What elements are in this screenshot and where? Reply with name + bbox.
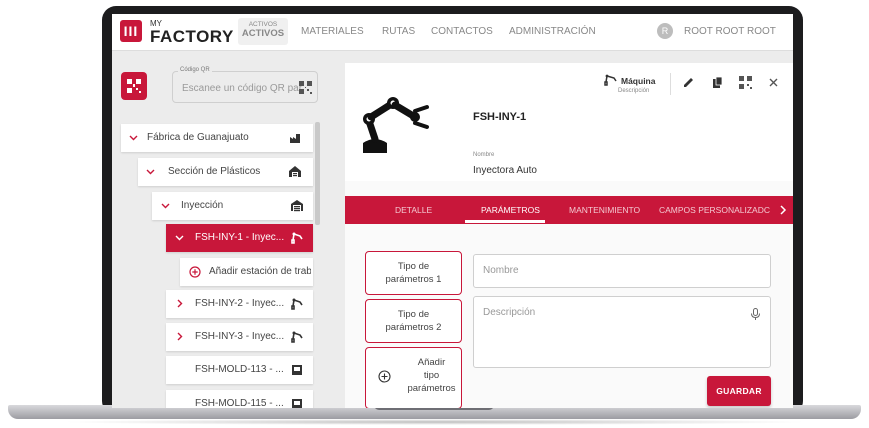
nav-item-activos[interactable]: ACTIVOS ACTIVOS	[238, 18, 288, 45]
robot-arm-icon	[604, 74, 617, 86]
tree-item-label: FSH-INY-3 - Inyec...	[195, 331, 285, 342]
qr-code-icon[interactable]	[739, 76, 752, 89]
microphone-icon[interactable]	[750, 308, 761, 321]
machine-type-caption: Descripción	[618, 88, 650, 94]
param-type-line2: parámetros 2	[385, 322, 442, 333]
name-field-label: Nombre	[473, 152, 495, 158]
add-line2: tipo	[423, 370, 440, 381]
active-tab-indicator	[465, 220, 545, 223]
param-type-1[interactable]: Tipo de parámetros 1	[365, 251, 462, 295]
factory-icon	[290, 134, 300, 143]
tree-item-fsh-iny-3[interactable]: FSH-INY-3 - Inyec...	[166, 323, 313, 351]
machine-type-label: Máquina	[621, 76, 656, 86]
tab-campos-personalizados[interactable]: CAMPOS PERSONALIZADC	[659, 205, 770, 215]
tree-item-fsh-mold-115[interactable]: FSH-MOLD-115 - ...	[166, 390, 313, 408]
tree-item-label: FSH-MOLD-113 - ...	[195, 364, 284, 375]
add-line1: Añadir	[417, 357, 446, 368]
robot-arm-icon	[363, 97, 429, 153]
add-line3: parámetros	[407, 383, 456, 394]
logo-text: FACTORY	[150, 27, 234, 46]
top-navigation-bar: III MY FACTORY ACTIVOS ACTIVOS MATERIALE…	[112, 14, 793, 51]
chevron-right-icon	[177, 332, 183, 341]
nav-item-contactos[interactable]: CONTACTOS	[431, 26, 493, 37]
item-title: FSH-INY-1	[473, 111, 527, 123]
param-type-line1: Tipo de	[397, 261, 430, 272]
param-description-placeholder: Descripción	[483, 307, 536, 318]
logo-mark: III	[120, 20, 142, 42]
tree-item-label: Fábrica de Guanajuato	[147, 132, 249, 143]
tree-scrollbar[interactable]	[315, 122, 320, 225]
tree-item-add-station[interactable]: Añadir estación de traba	[180, 258, 313, 286]
tree-item-label: FSH-MOLD-115 - ...	[195, 398, 284, 408]
tree-item-label: FSH-INY-1 - Inyec...	[195, 232, 285, 243]
add-param-type-button[interactable]: Añadir tipo parámetros	[365, 347, 462, 408]
warehouse-icon	[291, 200, 303, 212]
param-description-input[interactable]: Descripción	[473, 296, 771, 368]
qr-code-icon[interactable]	[299, 81, 312, 94]
tab-detalle[interactable]: DETALLE	[395, 205, 432, 215]
app-screen: III MY FACTORY ACTIVOS ACTIVOS MATERIALE…	[112, 14, 793, 408]
qr-field-placeholder: Escanee un código QR par	[182, 83, 303, 94]
edit-icon[interactable]	[682, 76, 695, 89]
qr-code-icon	[127, 79, 141, 93]
chevron-down-icon	[175, 235, 184, 241]
detail-tabs: DETALLE PARÁMETROS MANTENIMIENTO CAMPOS …	[345, 196, 793, 224]
avatar[interactable]: R	[657, 23, 673, 39]
param-name-placeholder: Nombre	[483, 265, 519, 276]
tree-item-fsh-iny-1[interactable]: FSH-INY-1 - Inyec...	[166, 224, 313, 252]
tree-item-fsh-mold-113[interactable]: FSH-MOLD-113 - ...	[166, 356, 313, 384]
nav-activos-label: ACTIVOS	[241, 28, 285, 39]
tree-item-label: Sección de Plásticos	[168, 166, 261, 177]
tree-item-seccion[interactable]: Sección de Plásticos	[138, 158, 313, 186]
tree-item-label: Añadir estación de traba	[209, 266, 311, 277]
house-icon	[289, 166, 301, 177]
chevron-down-icon	[129, 135, 138, 141]
add-circle-icon	[378, 370, 391, 383]
header-divider	[670, 73, 671, 95]
robot-arm-icon	[291, 331, 303, 343]
detail-header: FSH-INY-1 Nombre Inyectora Auto Máquina …	[345, 63, 793, 181]
param-name-input[interactable]: Nombre	[473, 254, 771, 288]
tab-mantenimiento[interactable]: MANTENIMIENTO	[569, 205, 640, 215]
laptop-shadow	[60, 419, 810, 425]
copy-icon[interactable]	[711, 76, 724, 89]
tree-item-label: FSH-INY-2 - Inyec...	[195, 298, 285, 309]
chevron-right-icon	[177, 299, 183, 308]
nav-item-administracion[interactable]: ADMINISTRACIÓN	[509, 26, 596, 37]
qr-field-label: Código QR	[178, 67, 212, 73]
nav-item-materiales[interactable]: MATERIALES	[301, 26, 364, 37]
name-field-value: Inyectora Auto	[473, 165, 537, 176]
chevron-down-icon	[161, 203, 170, 209]
chevron-right-icon[interactable]	[779, 205, 787, 215]
user-name[interactable]: ROOT ROOT ROOT	[684, 26, 776, 37]
tree-item-fsh-iny-2[interactable]: FSH-INY-2 - Inyec...	[166, 290, 313, 318]
tree-item-label: Inyección	[181, 200, 224, 211]
param-type-line1: Tipo de	[397, 309, 430, 320]
tree-item-fabrica[interactable]: Fábrica de Guanajuato	[121, 124, 313, 152]
tree-item-inyeccion[interactable]: Inyección	[152, 192, 313, 220]
add-circle-icon	[189, 266, 201, 278]
param-type-line2: parámetros 1	[385, 274, 442, 285]
robot-arm-icon	[291, 298, 303, 310]
container-icon	[292, 365, 302, 375]
qr-scan-button[interactable]	[121, 72, 147, 100]
add-param-type-label: Añadir tipo parámetros	[404, 356, 459, 395]
detail-panel: FSH-INY-1 Nombre Inyectora Auto Máquina …	[345, 63, 793, 408]
close-icon[interactable]	[767, 76, 780, 89]
chevron-down-icon	[146, 169, 155, 175]
nav-item-rutas[interactable]: RUTAS	[382, 26, 415, 37]
robot-arm-icon	[291, 232, 303, 244]
param-type-2[interactable]: Tipo de parámetros 2	[365, 299, 462, 343]
container-icon	[292, 399, 302, 408]
tab-parametros[interactable]: PARÁMETROS	[481, 205, 540, 215]
save-button[interactable]: GUARDAR	[707, 376, 771, 406]
nav-activos-caption: ACTIVOS	[248, 21, 278, 28]
